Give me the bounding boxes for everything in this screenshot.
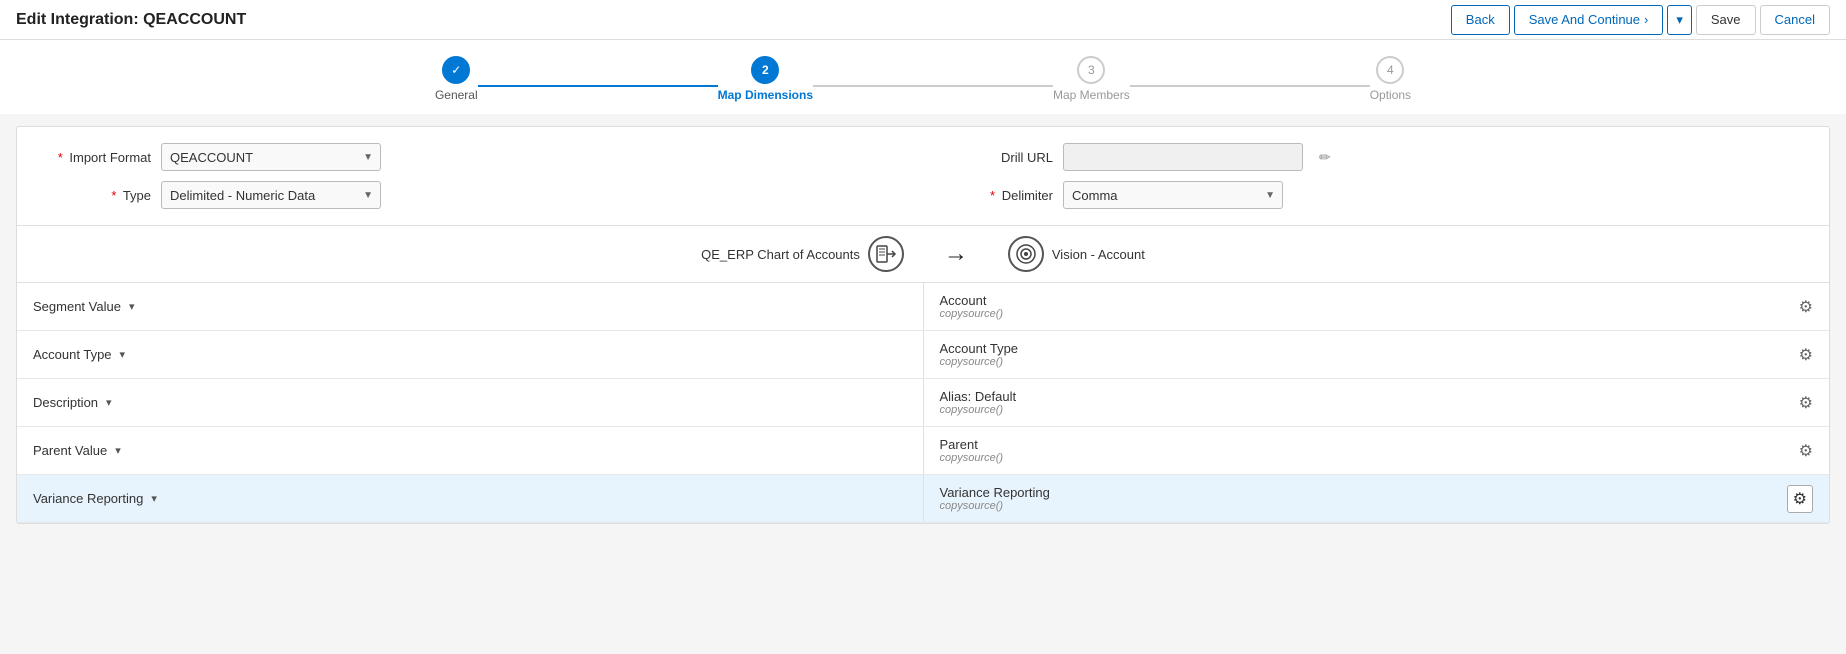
row-right-content-0: Account copysource() — [940, 293, 1004, 320]
step-4-label: Options — [1370, 88, 1411, 102]
form-section: * Import Format QEACCOUNT ▼ * Type — [17, 127, 1829, 226]
row-dropdown-arrow-1[interactable]: ▾ — [120, 348, 126, 361]
type-select[interactable]: Delimited - Numeric Data — [161, 181, 381, 209]
mapping-arrow-icon: → — [944, 240, 968, 268]
row-right-label-4: Variance Reporting — [940, 485, 1050, 500]
drill-url-input[interactable] — [1063, 143, 1303, 171]
form-right: Drill URL ✏ * Delimiter Comma ▼ — [943, 143, 1805, 209]
drill-url-row: Drill URL ✏ — [943, 143, 1805, 171]
save-button[interactable]: Save — [1696, 5, 1756, 35]
mapping-row-right-4: Variance Reporting copysource() ⚙ — [924, 477, 1830, 521]
gear-icon-2[interactable]: ⚙ — [1799, 393, 1813, 413]
source-name-label: QE_ERP Chart of Accounts — [701, 247, 860, 262]
delimiter-row: * Delimiter Comma ▼ — [943, 181, 1805, 209]
row-right-content-3: Parent copysource() — [940, 437, 1004, 464]
mapping-row-left-2: Description ▾ — [17, 387, 923, 418]
mapping-row: Parent Value ▾ Parent copysource() ⚙ — [17, 427, 1829, 475]
row-left-label-4: Variance Reporting — [33, 491, 143, 506]
save-dropdown-button[interactable]: ▾ — [1667, 5, 1692, 35]
row-right-sub-4: copysource() — [940, 500, 1050, 512]
mapping-row: Segment Value ▾ Account copysource() ⚙ — [17, 283, 1829, 331]
delimiter-wrap: Comma ▼ — [1063, 181, 1283, 209]
row-dropdown-arrow-3[interactable]: ▾ — [115, 444, 121, 457]
import-format-row: * Import Format QEACCOUNT ▼ — [41, 143, 903, 171]
mapping-row-left-3: Parent Value ▾ — [17, 435, 923, 466]
row-left-label-1: Account Type — [33, 347, 112, 362]
mapping-row: Description ▾ Alias: Default copysource(… — [17, 379, 1829, 427]
top-bar: Edit Integration: QEACCOUNT Back Save An… — [0, 0, 1846, 40]
step-line-3 — [1130, 85, 1370, 87]
row-right-content-2: Alias: Default copysource() — [940, 389, 1017, 416]
top-bar-actions: Back Save And Continue › ▾ Save Cancel — [1451, 5, 1830, 35]
mapping-header: QE_ERP Chart of Accounts → — [17, 226, 1829, 283]
row-left-label-2: Description — [33, 395, 98, 410]
source-icon — [868, 236, 904, 272]
row-right-sub-3: copysource() — [940, 452, 1004, 464]
row-left-label-3: Parent Value — [33, 443, 107, 458]
import-format-wrap: QEACCOUNT ▼ — [161, 143, 381, 171]
form-left: * Import Format QEACCOUNT ▼ * Type — [41, 143, 903, 209]
type-label: * Type — [41, 188, 151, 203]
mapping-row-right-2: Alias: Default copysource() ⚙ — [924, 381, 1830, 424]
mapping-row-right-0: Account copysource() ⚙ — [924, 285, 1830, 328]
mapping-target: Vision - Account — [1008, 236, 1145, 272]
step-map-members: 3 Map Members — [1053, 56, 1130, 102]
mapping-rows: Segment Value ▾ Account copysource() ⚙ A… — [17, 283, 1829, 523]
delimiter-label: * Delimiter — [943, 188, 1053, 203]
mapping-row-left-1: Account Type ▾ — [17, 339, 923, 370]
gear-icon-1[interactable]: ⚙ — [1799, 345, 1813, 365]
step-1-circle: ✓ — [442, 56, 470, 84]
step-2-label: Map Dimensions — [718, 88, 813, 102]
step-4-circle: 4 — [1376, 56, 1404, 84]
back-button[interactable]: Back — [1451, 5, 1510, 35]
main-content: * Import Format QEACCOUNT ▼ * Type — [16, 126, 1830, 524]
mapping-row-right-1: Account Type copysource() ⚙ — [924, 333, 1830, 376]
save-continue-button[interactable]: Save And Continue › — [1514, 5, 1664, 35]
row-right-sub-1: copysource() — [940, 356, 1019, 368]
type-wrap: Delimited - Numeric Data ▼ — [161, 181, 381, 209]
step-1-label: General — [435, 88, 478, 102]
step-options: 4 Options — [1370, 56, 1411, 102]
steps-bar: ✓ General 2 Map Dimensions 3 Map Members… — [0, 40, 1846, 114]
target-icon — [1008, 236, 1044, 272]
target-name-label: Vision - Account — [1052, 247, 1145, 262]
row-right-content-4: Variance Reporting copysource() — [940, 485, 1050, 512]
edit-icon[interactable]: ✏ — [1319, 149, 1331, 166]
step-map-dimensions: 2 Map Dimensions — [718, 56, 813, 102]
step-3-label: Map Members — [1053, 88, 1130, 102]
gear-icon-4[interactable]: ⚙ — [1787, 485, 1813, 513]
row-left-label-0: Segment Value — [33, 299, 121, 314]
mapping-row-right-3: Parent copysource() ⚙ — [924, 429, 1830, 472]
gear-icon-0[interactable]: ⚙ — [1799, 297, 1813, 317]
step-line-2 — [813, 85, 1053, 87]
row-dropdown-arrow-2[interactable]: ▾ — [106, 396, 112, 409]
mapping-row: Variance Reporting ▾ Variance Reporting … — [17, 475, 1829, 523]
mapping-source: QE_ERP Chart of Accounts — [701, 236, 904, 272]
step-line-1 — [478, 85, 718, 87]
gear-icon-3[interactable]: ⚙ — [1799, 441, 1813, 461]
row-right-label-2: Alias: Default — [940, 389, 1017, 404]
row-right-content-1: Account Type copysource() — [940, 341, 1019, 368]
row-right-label-1: Account Type — [940, 341, 1019, 356]
mapping-row: Account Type ▾ Account Type copysource()… — [17, 331, 1829, 379]
step-general: ✓ General — [435, 56, 478, 102]
row-right-sub-2: copysource() — [940, 404, 1017, 416]
page-title: Edit Integration: QEACCOUNT — [16, 11, 246, 29]
drill-url-label: Drill URL — [943, 150, 1053, 165]
mapping-row-left-4: Variance Reporting ▾ — [17, 483, 923, 514]
row-right-label-3: Parent — [940, 437, 1004, 452]
row-dropdown-arrow-4[interactable]: ▾ — [151, 492, 157, 505]
step-3-circle: 3 — [1077, 56, 1105, 84]
row-right-label-0: Account — [940, 293, 1004, 308]
cancel-button[interactable]: Cancel — [1760, 5, 1830, 35]
row-dropdown-arrow-0[interactable]: ▾ — [129, 300, 135, 313]
mapping-row-left-0: Segment Value ▾ — [17, 291, 923, 322]
row-right-sub-0: copysource() — [940, 308, 1004, 320]
type-row: * Type Delimited - Numeric Data ▼ — [41, 181, 903, 209]
import-format-select[interactable]: QEACCOUNT — [161, 143, 381, 171]
delimiter-select[interactable]: Comma — [1063, 181, 1283, 209]
import-format-label: * Import Format — [41, 150, 151, 165]
step-2-circle: 2 — [751, 56, 779, 84]
